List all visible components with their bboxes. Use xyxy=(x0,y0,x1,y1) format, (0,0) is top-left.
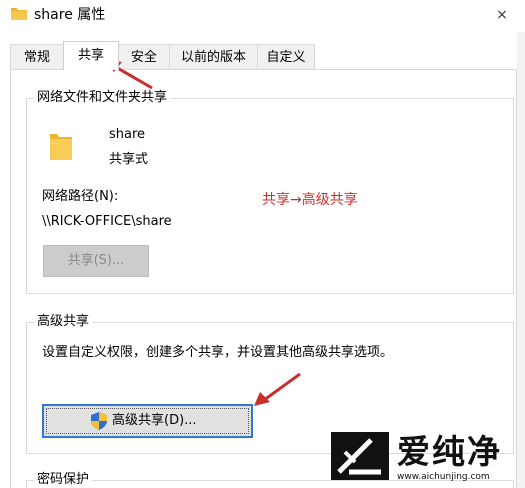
tab-general[interactable]: 常规 xyxy=(10,44,64,69)
share-state: 共享式 xyxy=(109,152,149,167)
network-path-value: \\RICK-OFFICE\share xyxy=(42,214,172,229)
annotation-text: 共享→高级共享 xyxy=(262,192,358,208)
close-icon: × xyxy=(496,7,508,23)
window-title: share 属性 xyxy=(34,7,106,23)
tab-strip: 常规 共享 安全 以前的版本 自定义 xyxy=(0,41,525,70)
tab-security[interactable]: 安全 xyxy=(118,44,170,69)
folder-icon xyxy=(50,134,72,160)
group-title: 高级共享 xyxy=(34,314,93,330)
folder-icon xyxy=(11,8,27,20)
watermark-brand: 爱纯净 xyxy=(397,432,502,471)
group-title: 密码保护 xyxy=(34,472,93,488)
scrollbar[interactable] xyxy=(517,32,525,488)
watermark-logo: 爱纯净 www.aichunjing.com xyxy=(331,430,519,486)
tab-previous-versions[interactable]: 以前的版本 xyxy=(169,44,258,69)
folder-name: share xyxy=(109,127,146,142)
network-path-label: 网络路径(N): xyxy=(42,189,119,204)
advanced-sharing-button-label: 高级共享(D)... xyxy=(112,413,197,428)
watermark-site: www.aichunjing.com xyxy=(397,472,490,482)
advanced-sharing-button[interactable]: 高级共享(D)... xyxy=(42,404,253,438)
logo-mark-icon xyxy=(331,432,389,480)
group-title: 网络文件和文件夹共享 xyxy=(34,90,171,106)
tab-customize[interactable]: 自定义 xyxy=(257,44,315,69)
advanced-sharing-description: 设置自定义权限，创建多个共享，并设置其他高级共享选项。 xyxy=(42,345,394,360)
share-button[interactable]: 共享(S)... xyxy=(43,245,149,277)
uac-shield-icon xyxy=(91,412,107,430)
properties-window: share 属性 × 常规 共享 安全 以前的版本 自定义 网络文件和文件夹共享… xyxy=(0,0,525,488)
title-bar: share 属性 × xyxy=(0,0,525,32)
tab-sharing[interactable]: 共享 xyxy=(63,41,119,70)
close-button[interactable]: × xyxy=(479,0,525,30)
